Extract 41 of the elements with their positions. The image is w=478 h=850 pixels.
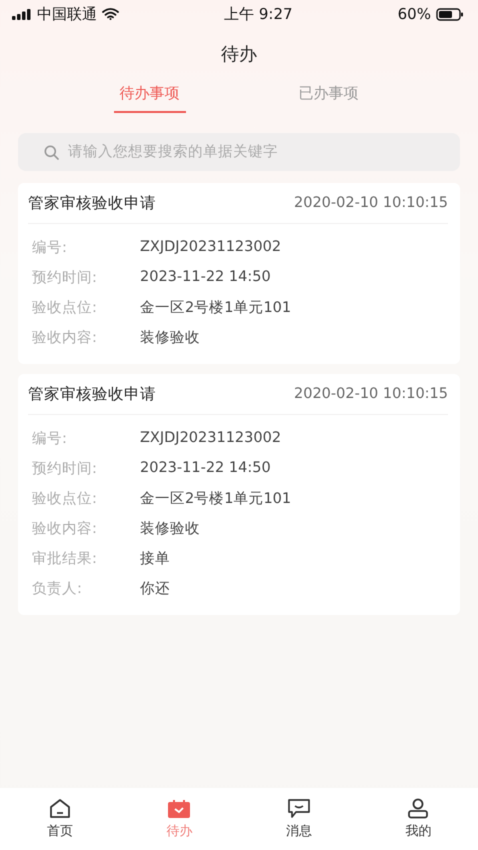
field-value: 你还 xyxy=(140,580,170,598)
field-value: 装修验收 xyxy=(140,520,200,538)
field-label: 编号: xyxy=(32,430,68,448)
battery-icon xyxy=(436,8,464,20)
nav-item[interactable]: 消息 xyxy=(239,798,358,840)
field-value: ZXJDJ20231123002 xyxy=(140,239,282,255)
card-time: 2020-02-10 10:10:15 xyxy=(294,195,448,211)
field-value: 装修验收 xyxy=(140,328,200,346)
field-value: 接单 xyxy=(140,550,170,568)
field-value: 金一区2号楼1单元101 xyxy=(140,490,292,508)
field-label: 预约时间: xyxy=(32,268,98,286)
person-icon xyxy=(406,798,430,819)
field-label: 负责人: xyxy=(32,580,83,598)
card-title: 管家审核验收申请 xyxy=(28,384,156,404)
field-label: 验收内容: xyxy=(32,328,98,346)
signal-icon xyxy=(12,8,32,20)
field-label: 验收点位: xyxy=(32,490,98,508)
nav-item[interactable]: 我的 xyxy=(358,798,478,840)
carrier-name: 中国联通 xyxy=(37,4,97,24)
home-icon xyxy=(48,798,71,818)
page-title: 待办 xyxy=(220,43,258,66)
chat-icon xyxy=(286,798,311,819)
order-card[interactable]: 管家审核验收申请 2020-02-10 10:10:15 编号: ZXJDJ20231123002 预约时间: 2023-11-22 14:50 验收点位: 金一区2号楼1单元101 验收内容: 装修验收 xyxy=(18,183,460,364)
field-value: ZXJDJ20231123002 xyxy=(140,430,282,446)
card-title: 管家审核验收申请 xyxy=(28,192,156,214)
field-value: 2023-11-22 14:50 xyxy=(140,460,271,476)
wifi-icon xyxy=(102,8,119,20)
field-label: 编号: xyxy=(32,238,68,256)
field-label: 预约时间: xyxy=(32,460,98,478)
field-value: 金一区2号楼1单元101 xyxy=(140,298,292,316)
field-label: 验收内容: xyxy=(32,520,98,538)
card-time: 2020-02-10 10:10:15 xyxy=(294,386,448,402)
status-time: 上午 9:27 xyxy=(224,4,293,24)
order-card[interactable]: 管家审核验收申请 2020-02-10 10:10:15 编号: ZXJDJ20231123002 预约时间: 2023-11-22 14:50 验收点位: 金一区2号楼1单元101 验收内容: 装修验收 审批结果: 接单 负责人: 你还 xyxy=(18,374,460,615)
field-label: 审批结果: xyxy=(32,550,98,568)
field-value: 2023-11-22 14:50 xyxy=(140,269,271,285)
battery-percent: 60% xyxy=(398,5,431,23)
search-field[interactable]: 请输入您想要搜索的单据关键字 xyxy=(18,133,460,171)
field-label: 验收点位: xyxy=(32,298,98,316)
calendar-check-icon xyxy=(167,798,192,818)
nav-item[interactable]: 首页 xyxy=(0,798,120,840)
